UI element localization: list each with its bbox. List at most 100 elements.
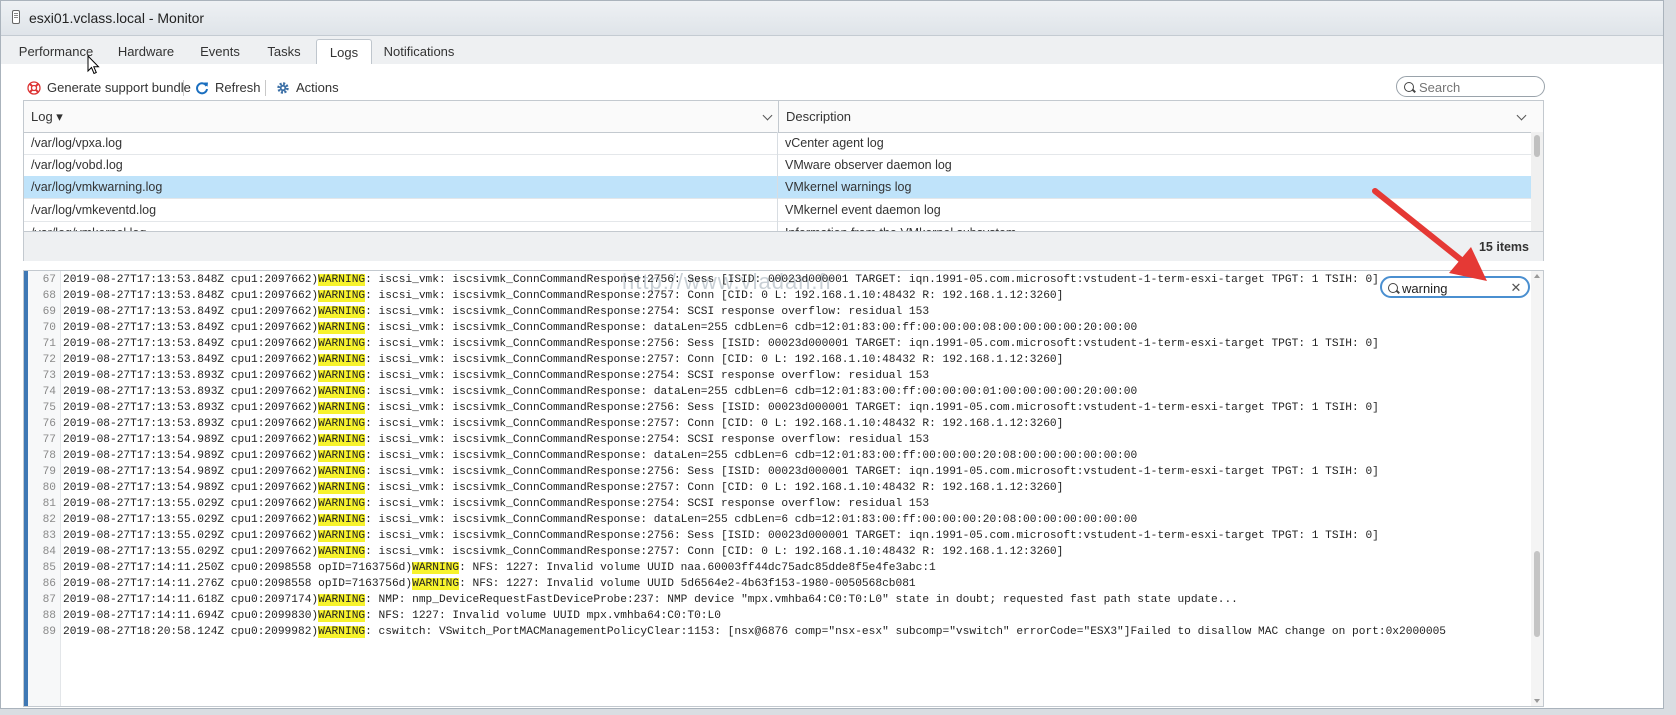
clear-icon[interactable]: ✕: [1510, 281, 1522, 294]
log-scrollbar-thumb[interactable]: [1534, 551, 1540, 637]
log-line-text: 2019-08-27T17:13:53.893Z cpu1:2097662)WA…: [63, 368, 929, 384]
search-match-highlight: WARNING: [318, 338, 366, 350]
grid-search-input[interactable]: [1417, 79, 1541, 96]
log-line-text: 2019-08-27T17:13:55.029Z cpu1:2097662)WA…: [63, 496, 929, 512]
refresh-icon: [196, 82, 208, 95]
log-line-message: : cswitch: VSwitch_PortMACManagementPoli…: [365, 626, 1447, 638]
log-line-message: : iscsi_vmk: iscsivmk_ConnCommandRespons…: [365, 338, 1379, 350]
tab-events[interactable]: Events: [193, 39, 247, 64]
log-line-message: : NFS: 1227: Invalid volume UUID 5d6564e…: [459, 578, 916, 590]
search-match-highlight: WARNING: [318, 514, 366, 526]
log-line-text: 2019-08-27T17:13:54.989Z cpu1:2097662)WA…: [63, 432, 929, 448]
monitor-window: esxi01.vclass.local - Monitor Performanc…: [0, 0, 1664, 709]
tab-tasks[interactable]: Tasks: [259, 39, 309, 64]
gear-icon: [277, 82, 289, 94]
log-line-prefix: 2019-08-27T17:13:54.989Z cpu1:2097662): [63, 434, 319, 446]
log-line-message: : iscsi_vmk: iscsivmk_ConnCommandRespons…: [365, 418, 1064, 430]
table-row[interactable]: /var/log/vmkeventd.log VMkernel event da…: [24, 199, 1533, 222]
table-row-selected[interactable]: /var/log/vmkwarning.log VMkernel warning…: [24, 176, 1533, 199]
table-row[interactable]: /var/log/vobd.log VMware observer daemon…: [24, 154, 1533, 177]
log-line-prefix: 2019-08-27T17:13:54.989Z cpu1:2097662): [63, 466, 319, 478]
log-line-message: : NMP: nmp_DeviceRequestFastDeviceProbe:…: [365, 594, 1238, 606]
log-filter-box[interactable]: ✕: [1380, 276, 1530, 298]
log-line-text: 2019-08-27T17:13:55.029Z cpu1:2097662)WA…: [63, 528, 1379, 544]
log-description: VMkernel event daemon log: [785, 203, 941, 217]
grid-scrollbar[interactable]: [1531, 132, 1543, 231]
log-line-text: 2019-08-27T18:20:58.124Z cpu0:2099982)WA…: [63, 624, 1446, 640]
toolbar-separator: [265, 80, 266, 96]
log-line-text: 2019-08-27T17:13:55.029Z cpu1:2097662)WA…: [63, 544, 1063, 560]
column-header-log-label: Log ▾: [31, 109, 63, 124]
search-icon: [1404, 82, 1414, 92]
search-match-highlight: WARNING: [318, 498, 366, 510]
log-line-prefix: 2019-08-27T17:13:54.989Z cpu1:2097662): [63, 450, 319, 462]
log-path: /var/log/vmkernel.log: [31, 222, 146, 231]
log-line-message: : iscsi_vmk: iscsivmk_ConnCommandRespons…: [365, 386, 1138, 398]
line-number: 85: [42, 562, 56, 574]
line-number: 70: [42, 322, 56, 334]
log-line-prefix: 2019-08-27T17:13:53.849Z cpu1:2097662): [63, 322, 319, 334]
log-line-message: : iscsi_vmk: iscsivmk_ConnCommandRespons…: [365, 434, 930, 446]
log-line-text: 2019-08-27T17:13:53.893Z cpu1:2097662)WA…: [63, 384, 1137, 400]
line-number: 82: [42, 514, 56, 526]
log-line-text: 2019-08-27T17:13:54.989Z cpu1:2097662)WA…: [63, 480, 1063, 496]
column-header-description[interactable]: Description: [778, 101, 1532, 132]
search-match-highlight: WARNING: [318, 610, 366, 622]
log-line-text: 2019-08-27T17:13:53.849Z cpu1:2097662)WA…: [63, 336, 1379, 352]
log-line-prefix: 2019-08-27T17:13:53.848Z cpu1:2097662): [63, 290, 319, 302]
line-number: 72: [42, 354, 56, 366]
log-scrollbar[interactable]: [1531, 271, 1543, 706]
log-line-text: 2019-08-27T17:13:53.893Z cpu1:2097662)WA…: [63, 416, 1063, 432]
log-line-prefix: 2019-08-27T17:13:53.893Z cpu1:2097662): [63, 370, 319, 382]
log-line-prefix: 2019-08-27T17:13:55.029Z cpu1:2097662): [63, 498, 319, 510]
tab-bar: Performance Hardware Events Tasks Logs N…: [1, 35, 1663, 65]
log-line-message: : iscsi_vmk: iscsivmk_ConnCommandRespons…: [365, 466, 1379, 478]
search-match-highlight: WARNING: [318, 386, 366, 398]
search-match-highlight: WARNING: [318, 290, 366, 302]
refresh-label: Refresh: [215, 80, 261, 95]
tab-performance[interactable]: Performance: [15, 39, 97, 64]
log-line-message: : iscsi_vmk: iscsivmk_ConnCommandRespons…: [365, 290, 1064, 302]
line-number: 87: [42, 594, 56, 606]
search-match-highlight: WARNING: [318, 546, 366, 558]
title-bar: esxi01.vclass.local - Monitor: [1, 1, 1663, 36]
log-line-message: : iscsi_vmk: iscsivmk_ConnCommandRespons…: [365, 450, 1138, 462]
line-number: 71: [42, 338, 56, 350]
log-line-prefix: 2019-08-27T17:13:55.029Z cpu1:2097662): [63, 546, 319, 558]
log-description: VMware observer daemon log: [785, 158, 952, 172]
log-line-prefix: 2019-08-27T17:13:54.989Z cpu1:2097662): [63, 482, 319, 494]
grid-header: Log ▾ Description: [24, 101, 1543, 133]
grid-scrollbar-thumb[interactable]: [1534, 135, 1540, 157]
table-row[interactable]: /var/log/vpxa.log vCenter agent log: [24, 132, 1533, 155]
line-number: 75: [42, 402, 56, 414]
tab-logs[interactable]: Logs: [316, 39, 372, 65]
table-row[interactable]: /var/log/vmkernel.log Information from t…: [24, 222, 1533, 231]
search-match-highlight: WARNING: [412, 562, 460, 574]
column-divider: [777, 132, 778, 231]
scroll-down-icon[interactable]: [1534, 699, 1540, 703]
log-line-message: : iscsi_vmk: iscsivmk_ConnCommandRespons…: [365, 498, 930, 510]
search-match-highlight: WARNING: [318, 466, 366, 478]
log-filter-input[interactable]: [1400, 280, 1512, 297]
log-line-prefix: 2019-08-27T17:13:53.893Z cpu1:2097662): [63, 386, 319, 398]
tab-notifications[interactable]: Notifications: [379, 39, 459, 64]
log-line-prefix: 2019-08-27T17:13:55.029Z cpu1:2097662): [63, 514, 319, 526]
tab-hardware[interactable]: Hardware: [111, 39, 181, 64]
log-line-message: : NFS: 1227: Invalid volume UUID naa.600…: [459, 562, 936, 574]
actions-label: Actions: [296, 80, 339, 95]
log-file-grid: Log ▾ Description /var/log/vpxa.log vCen…: [23, 100, 1544, 261]
scroll-up-icon[interactable]: [1534, 274, 1540, 278]
log-line-message: : NFS: 1227: Invalid volume UUID mpx.vmh…: [365, 610, 721, 622]
log-line-prefix: 2019-08-27T17:13:53.849Z cpu1:2097662): [63, 354, 319, 366]
line-number: 86: [42, 578, 56, 590]
log-path: /var/log/vobd.log: [31, 158, 123, 172]
log-line-prefix: 2019-08-27T17:14:11.276Z cpu0:2098558 op…: [63, 578, 413, 590]
host-icon: [12, 10, 20, 24]
log-line-prefix: 2019-08-27T17:14:11.250Z cpu0:2098558 op…: [63, 562, 413, 574]
log-line-text: 2019-08-27T17:14:11.618Z cpu0:2097174)WA…: [63, 592, 1238, 608]
column-header-log[interactable]: Log ▾: [24, 101, 777, 132]
line-number: 84: [42, 546, 56, 558]
log-line-text: 2019-08-27T17:13:53.849Z cpu1:2097662)WA…: [63, 320, 1137, 336]
log-line-prefix: 2019-08-27T18:20:58.124Z cpu0:2099982): [63, 626, 319, 638]
grid-search-box[interactable]: [1396, 76, 1545, 97]
